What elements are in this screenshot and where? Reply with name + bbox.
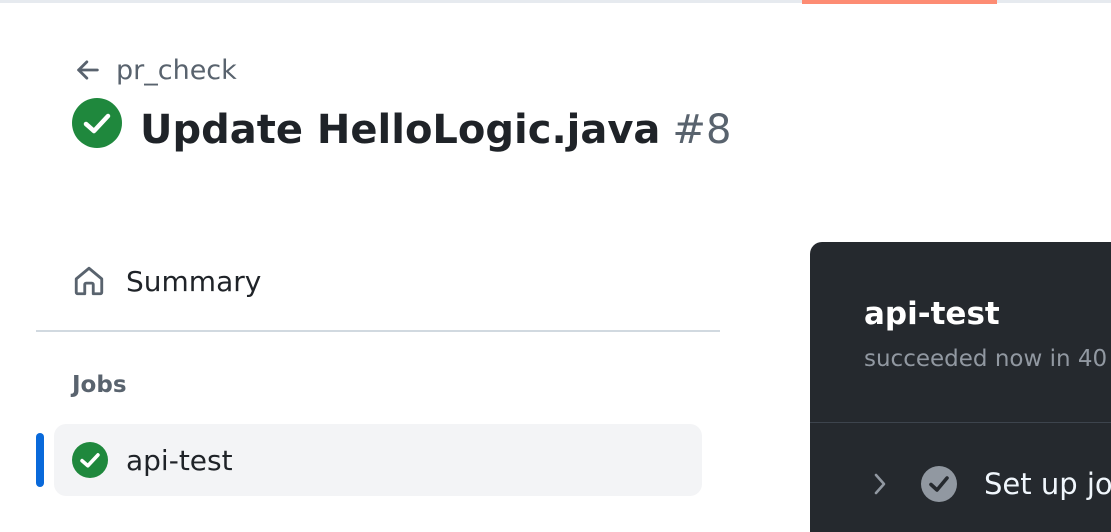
active-job-indicator: [36, 433, 44, 487]
check-circle-icon: [921, 466, 957, 502]
progress-accent: [802, 0, 997, 4]
back-link-label: pr_check: [116, 54, 237, 86]
chevron-right-icon[interactable]: [870, 471, 890, 497]
run-title: Update HelloLogic.java: [140, 107, 661, 153]
job-log-title: api-test: [864, 296, 1000, 332]
sidebar-item-summary-label: Summary: [126, 264, 262, 298]
job-log-panel: api-test succeeded now in 40 Set up jo: [810, 242, 1111, 532]
sidebar-item-job-api-test[interactable]: api-test: [54, 424, 702, 496]
jobs-heading: Jobs: [72, 372, 127, 398]
sidebar-item-summary[interactable]: Summary: [72, 254, 261, 308]
page-title-row: Update HelloLogic.java #8: [72, 98, 731, 162]
job-label: api-test: [126, 443, 233, 477]
arrow-left-icon: [77, 60, 99, 80]
run-number: #8: [672, 107, 732, 153]
back-link-workflow[interactable]: pr_check: [74, 51, 237, 89]
step-row-set-up-job[interactable]: Set up jo: [870, 462, 1111, 506]
check-circle-fill-icon: [72, 98, 122, 148]
page-title: Update HelloLogic.java #8: [140, 107, 731, 153]
step-label: Set up jo: [984, 467, 1111, 501]
sidebar-divider: [36, 330, 720, 332]
home-icon: [74, 266, 104, 296]
job-log-status: succeeded now in 40: [864, 346, 1108, 372]
job-log-divider: [810, 422, 1111, 423]
check-circle-fill-icon: [72, 442, 108, 478]
